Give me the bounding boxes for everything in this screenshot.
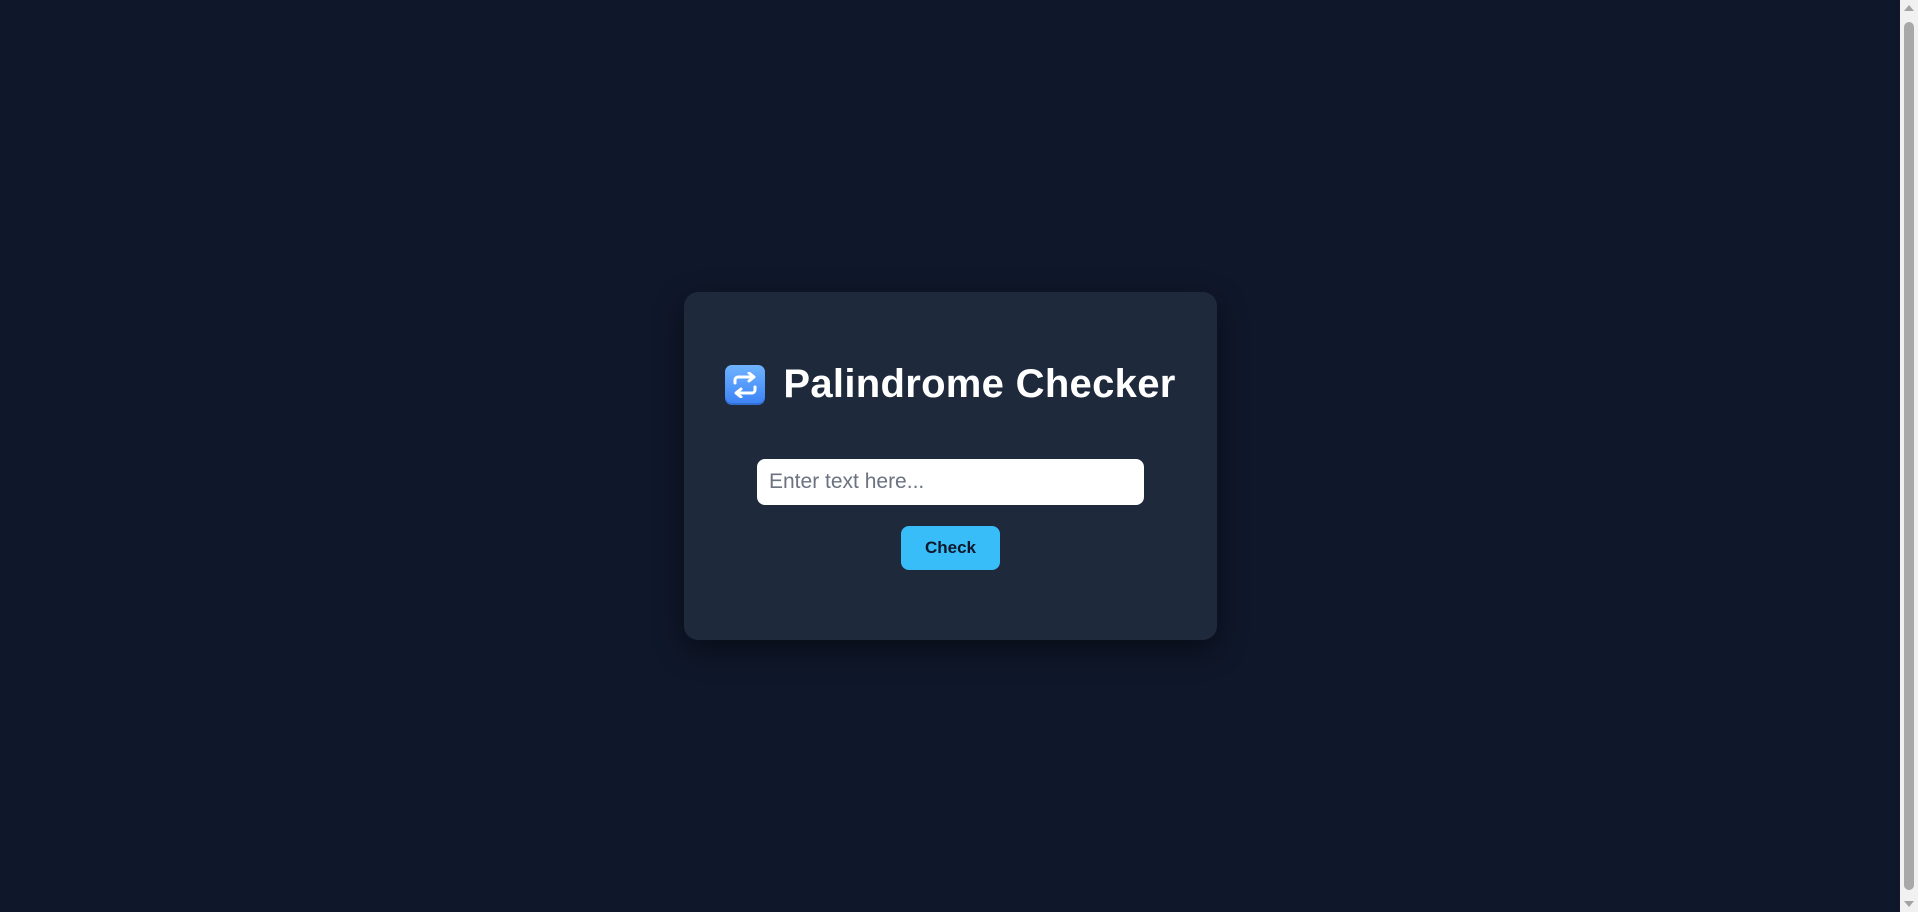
scroll-thumb[interactable] — [1904, 22, 1914, 890]
page-title: Palindrome Checker — [783, 362, 1176, 406]
text-input[interactable] — [757, 459, 1144, 505]
check-button[interactable]: Check — [901, 526, 1000, 570]
vertical-scrollbar[interactable] — [1900, 0, 1918, 912]
scroll-up-arrow-icon[interactable] — [1904, 5, 1914, 11]
scroll-down-arrow-icon[interactable] — [1904, 901, 1914, 907]
repeat-icon — [725, 364, 766, 405]
palindrome-card: Palindrome Checker Check — [684, 292, 1217, 640]
title-row: Palindrome Checker — [684, 362, 1217, 407]
page-background: Palindrome Checker Check — [0, 0, 1900, 912]
